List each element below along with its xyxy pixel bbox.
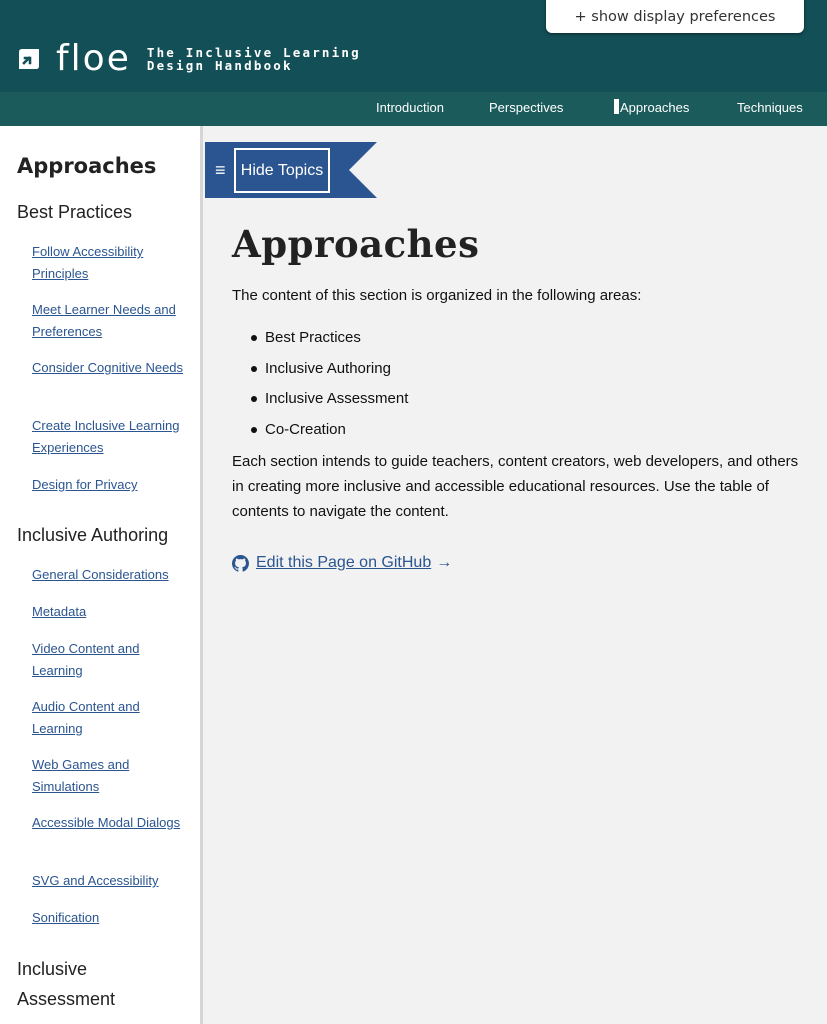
sidebar-link[interactable]: SVG and Accessibility: [32, 870, 192, 892]
floe-logo[interactable]: floe The Inclusive Learning Design Handb…: [16, 38, 361, 79]
description-paragraph: Each section intends to guide teachers, …: [232, 453, 799, 520]
sidebar-link[interactable]: Accessible Modal Dialogs: [32, 812, 192, 834]
nav-approaches-label: Approaches: [620, 100, 690, 115]
intro-text: The content of this section is organized…: [232, 287, 642, 304]
page-title: Approaches: [232, 222, 480, 266]
logo-wordmark: floe: [56, 38, 131, 79]
hide-topics-ribbon: ≡ Hide Topics: [205, 142, 377, 198]
sidebar-link[interactable]: Web Games and Simulations: [32, 754, 192, 797]
site-header: floe The Inclusive Learning Design Handb…: [0, 0, 827, 92]
list-item: Inclusive Authoring: [250, 359, 408, 390]
sidebar-title: Approaches: [17, 154, 157, 178]
sidebar-link[interactable]: Follow Accessibility Principles: [32, 241, 192, 284]
sidebar-section-inclusive-authoring[interactable]: Inclusive Authoring: [17, 520, 168, 550]
edit-on-github: Edit this Page on GitHub →: [232, 554, 452, 572]
areas-list: Best Practices Inclusive Authoring Inclu…: [250, 328, 408, 451]
nav-introduction[interactable]: Introduction: [376, 92, 444, 126]
list-item: Co-Creation: [250, 420, 408, 451]
show-display-preferences-button[interactable]: + show display preferences: [546, 0, 804, 33]
sidebar-link[interactable]: General Considerations: [32, 564, 192, 586]
nav-perspectives[interactable]: Perspectives: [489, 92, 563, 126]
sidebar-link[interactable]: Meet Learner Needs and Preferences: [32, 299, 192, 342]
github-icon: [232, 554, 249, 572]
hamburger-menu-icon[interactable]: ≡: [215, 160, 226, 180]
list-item: Best Practices: [250, 328, 408, 359]
arrow-right-icon: →: [436, 554, 453, 571]
edit-on-github-link[interactable]: Edit this Page on GitHub: [256, 554, 431, 572]
nav-techniques[interactable]: Techniques: [737, 92, 803, 126]
logo-tagline: The Inclusive Learning Design Handbook: [147, 46, 361, 72]
floe-leaf-icon: [19, 49, 39, 69]
sidebar-section-inclusive-assessment[interactable]: Inclusive Assessment: [17, 954, 137, 1014]
sidebar-link[interactable]: Consider Cognitive Needs: [32, 357, 192, 379]
sidebar-link[interactable]: Design for Privacy: [32, 474, 192, 496]
sidebar-link[interactable]: Video Content and Learning: [32, 638, 192, 681]
sidebar-link[interactable]: Create Inclusive Learning Experiences: [32, 415, 192, 458]
list-item: Inclusive Assessment: [250, 389, 408, 420]
sidebar-toc: Approaches Best Practices Follow Accessi…: [0, 126, 203, 1024]
main-nav: Introduction Perspectives Approaches Tec…: [0, 92, 827, 126]
nav-approaches[interactable]: Approaches: [614, 92, 689, 126]
hide-topics-button[interactable]: Hide Topics: [234, 148, 330, 193]
sidebar-section-best-practices[interactable]: Best Practices: [17, 197, 132, 227]
sidebar-link[interactable]: Sonification: [32, 907, 192, 929]
tagline-line-2: Design Handbook: [146, 58, 293, 73]
sidebar-link[interactable]: Metadata: [32, 601, 192, 623]
sidebar-link[interactable]: Audio Content and Learning: [32, 696, 192, 739]
